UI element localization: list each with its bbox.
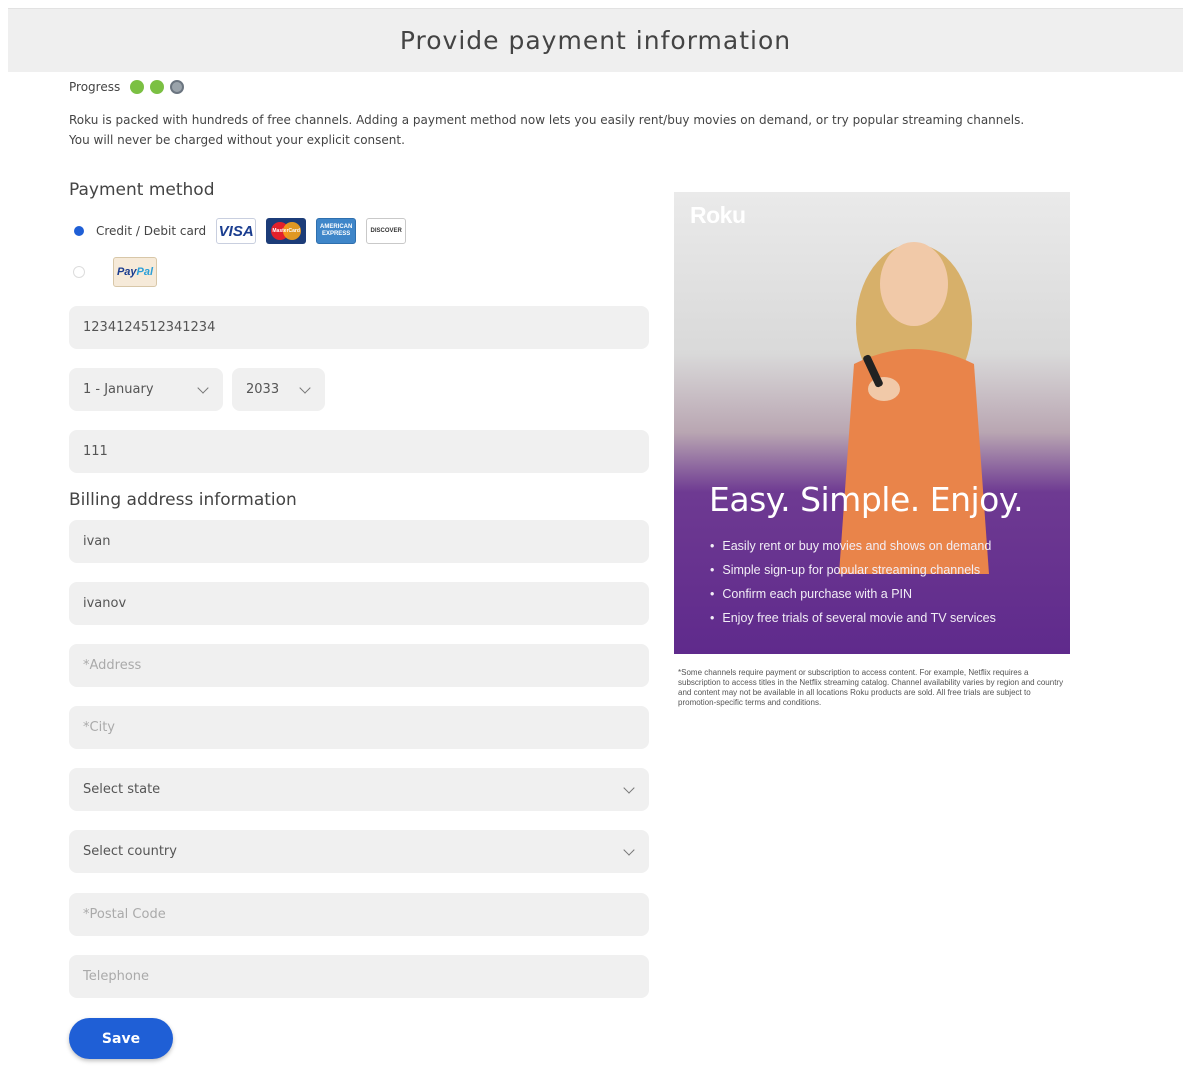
address-placeholder: *Address — [83, 658, 142, 673]
telephone-input[interactable]: Telephone — [69, 955, 649, 998]
billing-title: Billing address information — [69, 490, 297, 510]
credit-card-radio[interactable] — [74, 226, 84, 236]
country-select[interactable]: Select country — [69, 830, 649, 873]
mastercard-icon: MasterCard — [266, 218, 307, 244]
promo-photo — [839, 242, 989, 574]
amex-line2: EXPRESS — [321, 231, 351, 237]
cvv-value: 111 — [83, 444, 108, 459]
promo-bullet: Easily rent or buy movies and shows on d… — [710, 534, 996, 558]
first-name-input[interactable]: ivan — [69, 520, 649, 563]
credit-card-option[interactable]: Credit / Debit card VISA MasterCard AMER… — [74, 216, 416, 246]
page-title: Provide payment information — [399, 26, 792, 55]
address-input[interactable]: *Address — [69, 644, 649, 687]
credit-card-label: Credit / Debit card — [96, 224, 207, 238]
cvv-input[interactable]: 111 — [69, 430, 649, 473]
card-number-value: 1234124512341234 — [83, 320, 216, 335]
chevron-down-icon — [623, 781, 635, 794]
paypal-text-pal: Pal — [136, 266, 154, 278]
progress-step-1 — [130, 80, 145, 94]
chevron-down-icon — [623, 843, 635, 856]
city-placeholder: *City — [83, 720, 115, 735]
exp-month-value: 1 - January — [83, 382, 154, 397]
promo-bullet: Confirm each purchase with a PIN — [710, 582, 996, 606]
promo-banner: Roku Easy. Simple. Enjoy. Easily rent or… — [674, 192, 1070, 654]
mastercard-text: MasterCard — [272, 228, 300, 234]
roku-logo: Roku — [690, 202, 746, 228]
intro-text: Roku is packed with hundreds of free cha… — [69, 113, 1025, 147]
promo-bullet: Simple sign-up for popular streaming cha… — [710, 558, 996, 582]
state-value: Select state — [83, 782, 161, 797]
page-header: Provide payment information — [8, 8, 1183, 72]
discover-icon: DISCOVER — [366, 218, 407, 244]
card-number-input[interactable]: 1234124512341234 — [69, 306, 649, 349]
paypal-text-pay: Pay — [116, 266, 137, 278]
progress-label: Progress — [69, 80, 121, 94]
promo-tagline: Easy. Simple. Enjoy. — [709, 480, 1024, 519]
chevron-down-icon — [197, 381, 209, 394]
telephone-placeholder: Telephone — [83, 969, 150, 984]
city-input[interactable]: *City — [69, 706, 649, 749]
last-name-value: ivanov — [83, 596, 127, 611]
chevron-down-icon — [299, 381, 311, 394]
last-name-input[interactable]: ivanov — [69, 582, 649, 625]
save-button[interactable]: Save — [69, 1018, 173, 1059]
amex-line1: AMERICAN — [319, 224, 353, 230]
state-select[interactable]: Select state — [69, 768, 649, 811]
progress-indicator: Progress — [69, 80, 185, 94]
exp-year-select[interactable]: 2033 — [232, 368, 325, 411]
country-value: Select country — [83, 844, 177, 859]
visa-icon: VISA — [216, 218, 257, 244]
exp-year-value: 2033 — [246, 382, 280, 397]
paypal-option[interactable]: Pay Pal — [73, 257, 157, 287]
paypal-radio[interactable] — [73, 266, 85, 278]
first-name-value: ivan — [83, 534, 111, 549]
paypal-icon: Pay Pal — [113, 257, 157, 287]
promo-disclaimer: *Some channels require payment or subscr… — [678, 668, 1064, 707]
postal-code-placeholder: *Postal Code — [83, 907, 166, 922]
progress-step-2 — [150, 80, 165, 94]
promo-bullet: Enjoy free trials of several movie and T… — [710, 606, 996, 630]
exp-month-select[interactable]: 1 - January — [69, 368, 223, 411]
promo-bullets: Easily rent or buy movies and shows on d… — [710, 534, 996, 630]
payment-method-title: Payment method — [69, 180, 215, 200]
amex-icon: AMERICAN EXPRESS — [316, 218, 357, 244]
postal-code-input[interactable]: *Postal Code — [69, 893, 649, 936]
progress-step-3 — [170, 80, 185, 94]
